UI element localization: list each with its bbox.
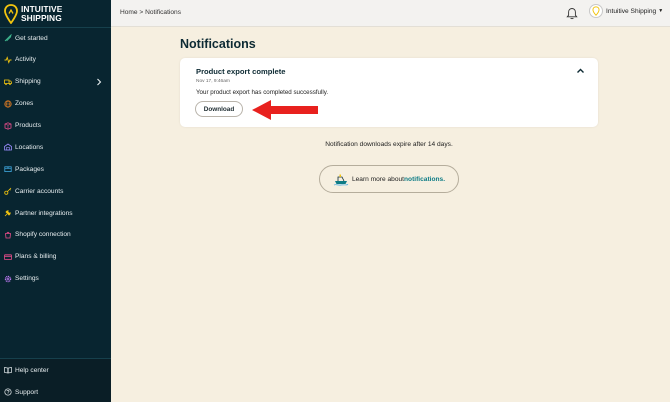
book-icon [4, 367, 12, 374]
sidebar-item-zones[interactable]: Zones [0, 93, 111, 115]
sidebar-bottom-nav: Help center Support [0, 358, 111, 402]
sidebar-item-label: Support [15, 388, 39, 396]
learn-more-text: Learn more about [351, 175, 405, 183]
sidebar: INTUITIVE SHIPPING Get started Activity … [0, 0, 111, 402]
sidebar-item-label: Help center [15, 366, 49, 374]
sidebar-item-label: Carrier accounts [15, 187, 64, 195]
rocket-icon [4, 34, 12, 42]
expire-note: Notification downloads expire after 14 d… [325, 141, 453, 148]
product-icon [4, 121, 12, 130]
page-title: Notifications [180, 37, 256, 51]
sidebar-item-label: Activity [15, 56, 36, 64]
breadcrumb[interactable]: Home > Notifications [120, 9, 181, 16]
sidebar-item-packages[interactable]: Packages [0, 158, 111, 180]
pin-icon [592, 6, 600, 16]
sidebar-item-label: Zones [15, 100, 34, 108]
truck-icon [4, 79, 12, 85]
sidebar-item-label: Locations [15, 143, 44, 151]
pin-icon [4, 4, 18, 24]
sidebar-item-label: Partner integrations [15, 209, 73, 217]
gear-icon [4, 275, 12, 282]
sidebar-item-products[interactable]: Products [0, 115, 111, 137]
sidebar-item-support[interactable]: Support [0, 381, 111, 402]
notifications-link[interactable]: notifications. [404, 176, 445, 183]
learn-more-button[interactable]: Learn more about notifications. [319, 165, 459, 193]
download-button[interactable]: Download [195, 101, 243, 117]
sidebar-item-plans-billing[interactable]: Plans & billing [0, 246, 111, 268]
key-icon [4, 187, 12, 195]
shopify-icon [5, 231, 11, 239]
sidebar-item-label: Packages [15, 165, 44, 173]
sidebar-item-carrier-accounts[interactable]: Carrier accounts [0, 180, 111, 202]
ship-icon [333, 174, 349, 186]
sidebar-item-activity[interactable]: Activity [0, 49, 111, 71]
arrow-icon [252, 100, 318, 120]
avatar [589, 4, 603, 18]
caret-down-icon: ▼ [658, 8, 664, 14]
sidebar-item-get-started[interactable]: Get started [0, 27, 111, 49]
sidebar-nav: Get started Activity Shipping Zones Prod… [0, 27, 111, 290]
brand-logo[interactable]: INTUITIVE SHIPPING [4, 3, 104, 25]
top-bar: Home > Notifications Intuitive Shipping … [111, 0, 670, 27]
sidebar-item-label: Get started [15, 34, 48, 42]
brand-line2: SHIPPING [21, 13, 62, 23]
notification-timestamp: Nov 17, 9:46am [196, 79, 230, 84]
sidebar-item-label: Shipping [15, 78, 41, 86]
bell-icon[interactable] [566, 7, 578, 20]
sidebar-item-locations[interactable]: Locations [0, 136, 111, 158]
user-name: Intuitive Shipping [606, 7, 657, 15]
help-icon [4, 388, 12, 396]
user-menu[interactable]: Intuitive Shipping ▼ [589, 4, 663, 18]
chevron-right-icon [97, 78, 102, 86]
card-icon [4, 254, 12, 260]
sidebar-item-label: Plans & billing [15, 253, 57, 261]
notification-card: Product export complete Nov 17, 9:46am Y… [180, 58, 598, 127]
sidebar-item-help-center[interactable]: Help center [0, 359, 111, 381]
sidebar-item-partner-integrations[interactable]: Partner integrations [0, 202, 111, 224]
globe-icon [4, 100, 12, 108]
sidebar-item-shopify-connection[interactable]: Shopify connection [0, 224, 111, 246]
notification-title: Product export complete [196, 67, 286, 76]
sidebar-item-label: Products [15, 122, 42, 129]
warehouse-icon [4, 143, 12, 151]
activity-icon [4, 55, 12, 64]
sidebar-item-settings[interactable]: Settings [0, 268, 111, 290]
sidebar-item-label: Shopify connection [15, 231, 71, 239]
notification-message: Your product export has completed succes… [196, 89, 329, 96]
plug-icon [4, 210, 11, 217]
package-icon [4, 166, 12, 173]
chevron-up-icon[interactable] [576, 67, 585, 75]
sidebar-item-label: Settings [15, 275, 39, 283]
sidebar-item-shipping[interactable]: Shipping [0, 71, 111, 93]
